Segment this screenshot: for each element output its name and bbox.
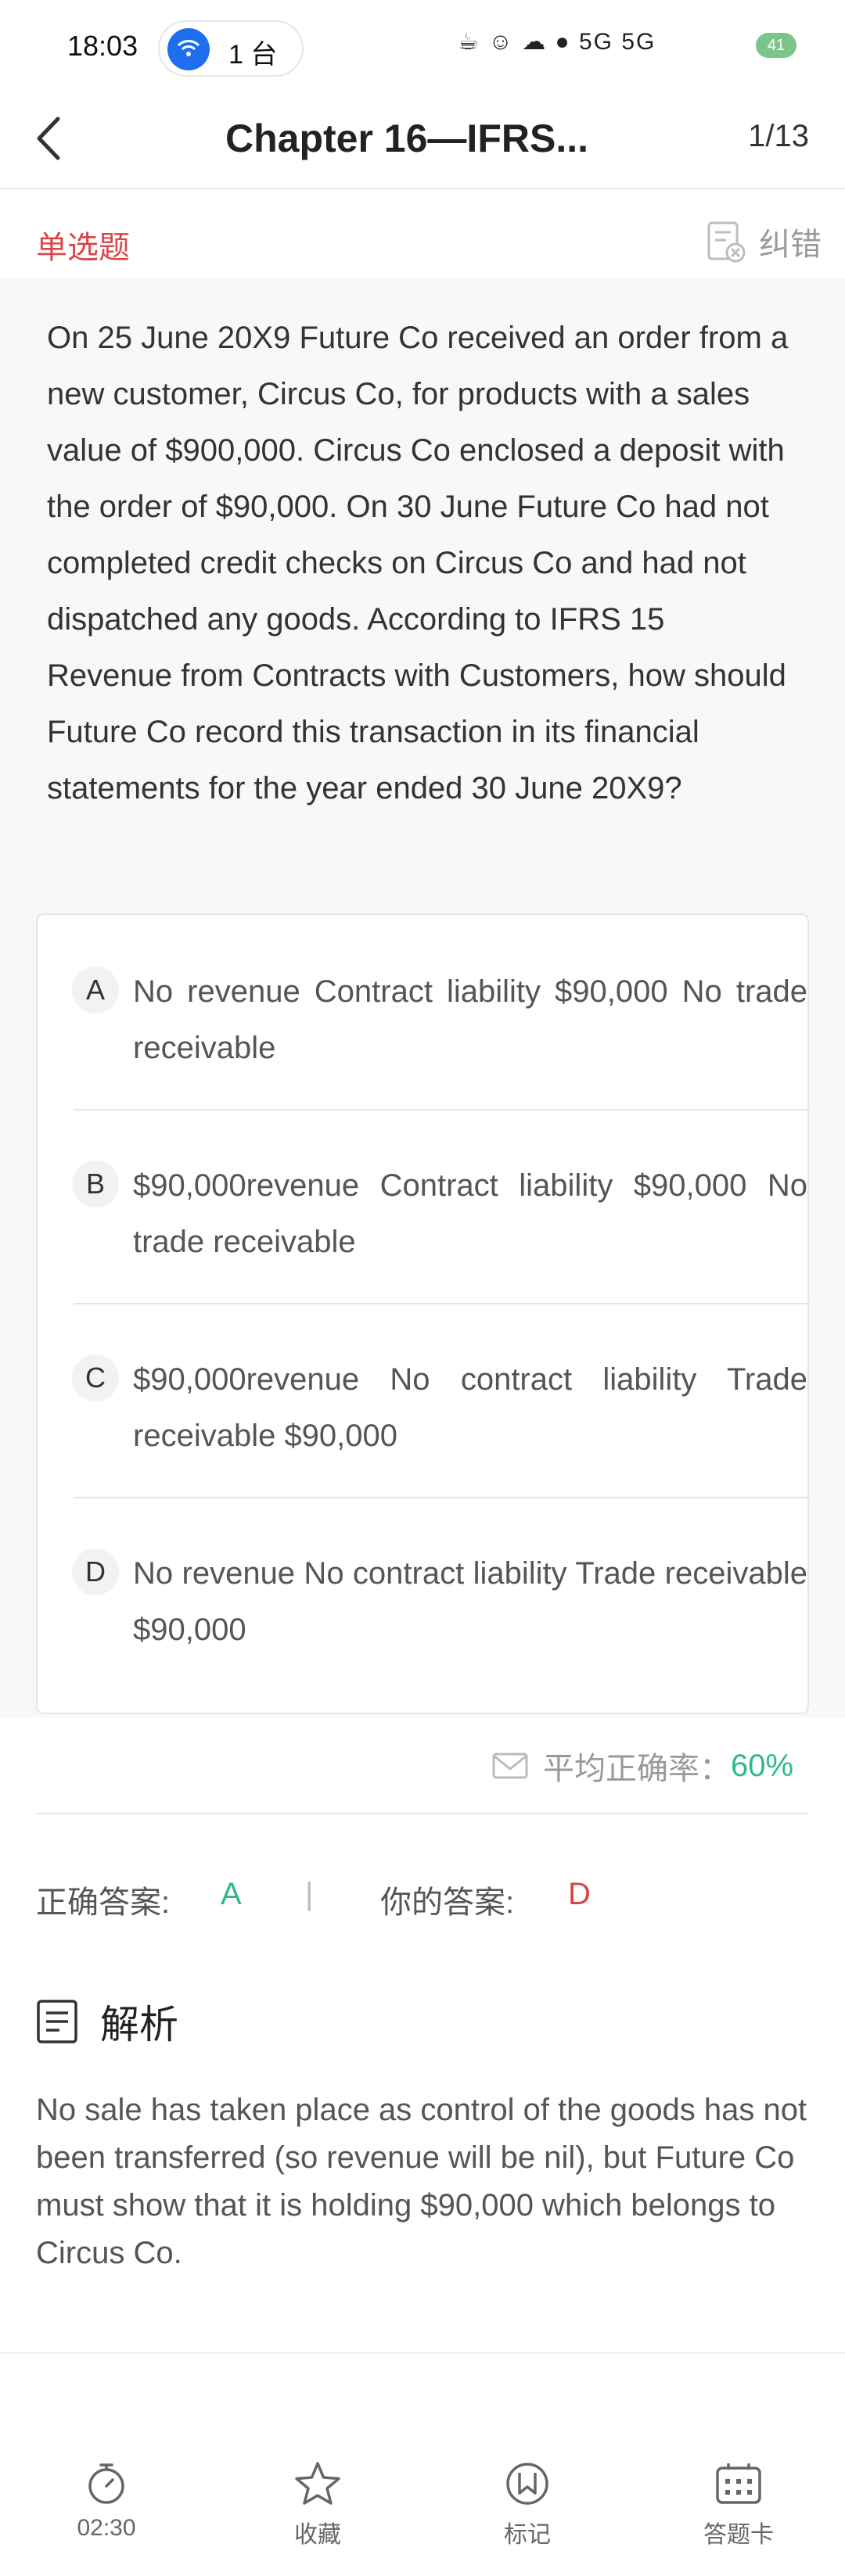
- accuracy-label: 平均正确率：: [543, 1752, 731, 1786]
- analysis-doc-icon: [37, 2000, 77, 2043]
- your-answer-value: D: [568, 1877, 591, 1911]
- answer-card-icon: [716, 2463, 761, 2504]
- question-type-label: 单选题: [36, 231, 130, 265]
- your-answer-label: 你的答案:: [380, 1885, 515, 1920]
- hotspot-icon: [167, 28, 210, 70]
- question-type-row: 单选题 纠错: [0, 205, 845, 278]
- question-text: On 25 June 20X9 Future Co received an or…: [47, 321, 789, 805]
- mark-icon: [506, 2463, 548, 2505]
- option-letter: D: [72, 1548, 119, 1595]
- back-button[interactable]: [27, 111, 74, 166]
- analysis-text: No sale has taken place as control of th…: [36, 2093, 807, 2270]
- back-arrow-icon: [37, 117, 60, 160]
- accuracy-value: 60%: [731, 1748, 794, 1783]
- notification-icons: ☕ ☺ ☁ ●: [458, 29, 571, 55]
- option-divider: [74, 1303, 811, 1304]
- battery-icon: 41: [756, 33, 796, 58]
- page-title: Chapter 16—IFRS...: [225, 117, 588, 160]
- status-icons: ☕ ☺ ☁ ● 5G 5G: [458, 28, 656, 56]
- timer-tab[interactable]: 02:30: [44, 2440, 169, 2549]
- hotspot-label: 1 台: [228, 40, 278, 70]
- mark-tab[interactable]: 标记: [465, 2440, 590, 2549]
- option-text: No revenue No contract liability Trade r…: [133, 1556, 807, 1647]
- analysis-header: 解析: [36, 1994, 178, 2049]
- status-time: 18:03: [67, 30, 138, 62]
- bottom-toolbar: 02:30 收藏 标记 答题卡: [0, 2440, 845, 2557]
- report-error-label: 纠错: [759, 228, 822, 262]
- correct-answer-label: 正确答案:: [36, 1885, 171, 1920]
- mark-label: 标记: [504, 2522, 551, 2548]
- answer-card-label: 答题卡: [703, 2522, 774, 2548]
- option-letter: A: [72, 967, 119, 1014]
- option-letter: B: [72, 1161, 119, 1207]
- divider: [36, 1813, 809, 1814]
- timer-label: 02:30: [77, 2515, 136, 2541]
- report-error-button[interactable]: 纠错: [704, 214, 822, 269]
- nav-bar: Chapter 16—IFRS... 1/13: [0, 94, 845, 189]
- answer-row: 正确答案: A | 你的答案: D: [0, 1877, 845, 1933]
- report-icon: [707, 221, 746, 263]
- answer-card-tab[interactable]: 答题卡: [676, 2440, 801, 2549]
- mail-icon: [492, 1753, 528, 1779]
- option-text: $90,000revenue Contract liability $90,00…: [133, 1168, 807, 1259]
- hotspot-indicator[interactable]: 1 台: [158, 20, 304, 77]
- option-letter: C: [72, 1354, 119, 1401]
- divider: [0, 2352, 845, 2354]
- status-bar: 18:03 1 台 ☕ ☺ ☁ ● 5G 5G 41: [0, 0, 845, 94]
- question-progress: 1/13: [748, 119, 809, 153]
- stopwatch-icon: [88, 2463, 124, 2504]
- option-divider: [74, 1109, 811, 1110]
- signal-icon: 5G 5G: [579, 29, 656, 55]
- analysis-title: 解析: [100, 2003, 178, 2047]
- options-card: A No revenue Contract liability $90,000 …: [36, 913, 811, 1714]
- option-text: $90,000revenue No contract liability Tra…: [133, 1362, 807, 1453]
- option-text: No revenue Contract liability $90,000 No…: [133, 974, 807, 1065]
- star-icon: [295, 2462, 340, 2505]
- answer-separator: |: [305, 1877, 314, 1911]
- favorite-tab[interactable]: 收藏: [255, 2440, 380, 2549]
- favorite-label: 收藏: [294, 2522, 341, 2548]
- option-divider: [74, 1497, 811, 1498]
- average-accuracy: 平均正确率： 60%: [491, 1742, 793, 1789]
- correct-answer-value: A: [221, 1877, 242, 1911]
